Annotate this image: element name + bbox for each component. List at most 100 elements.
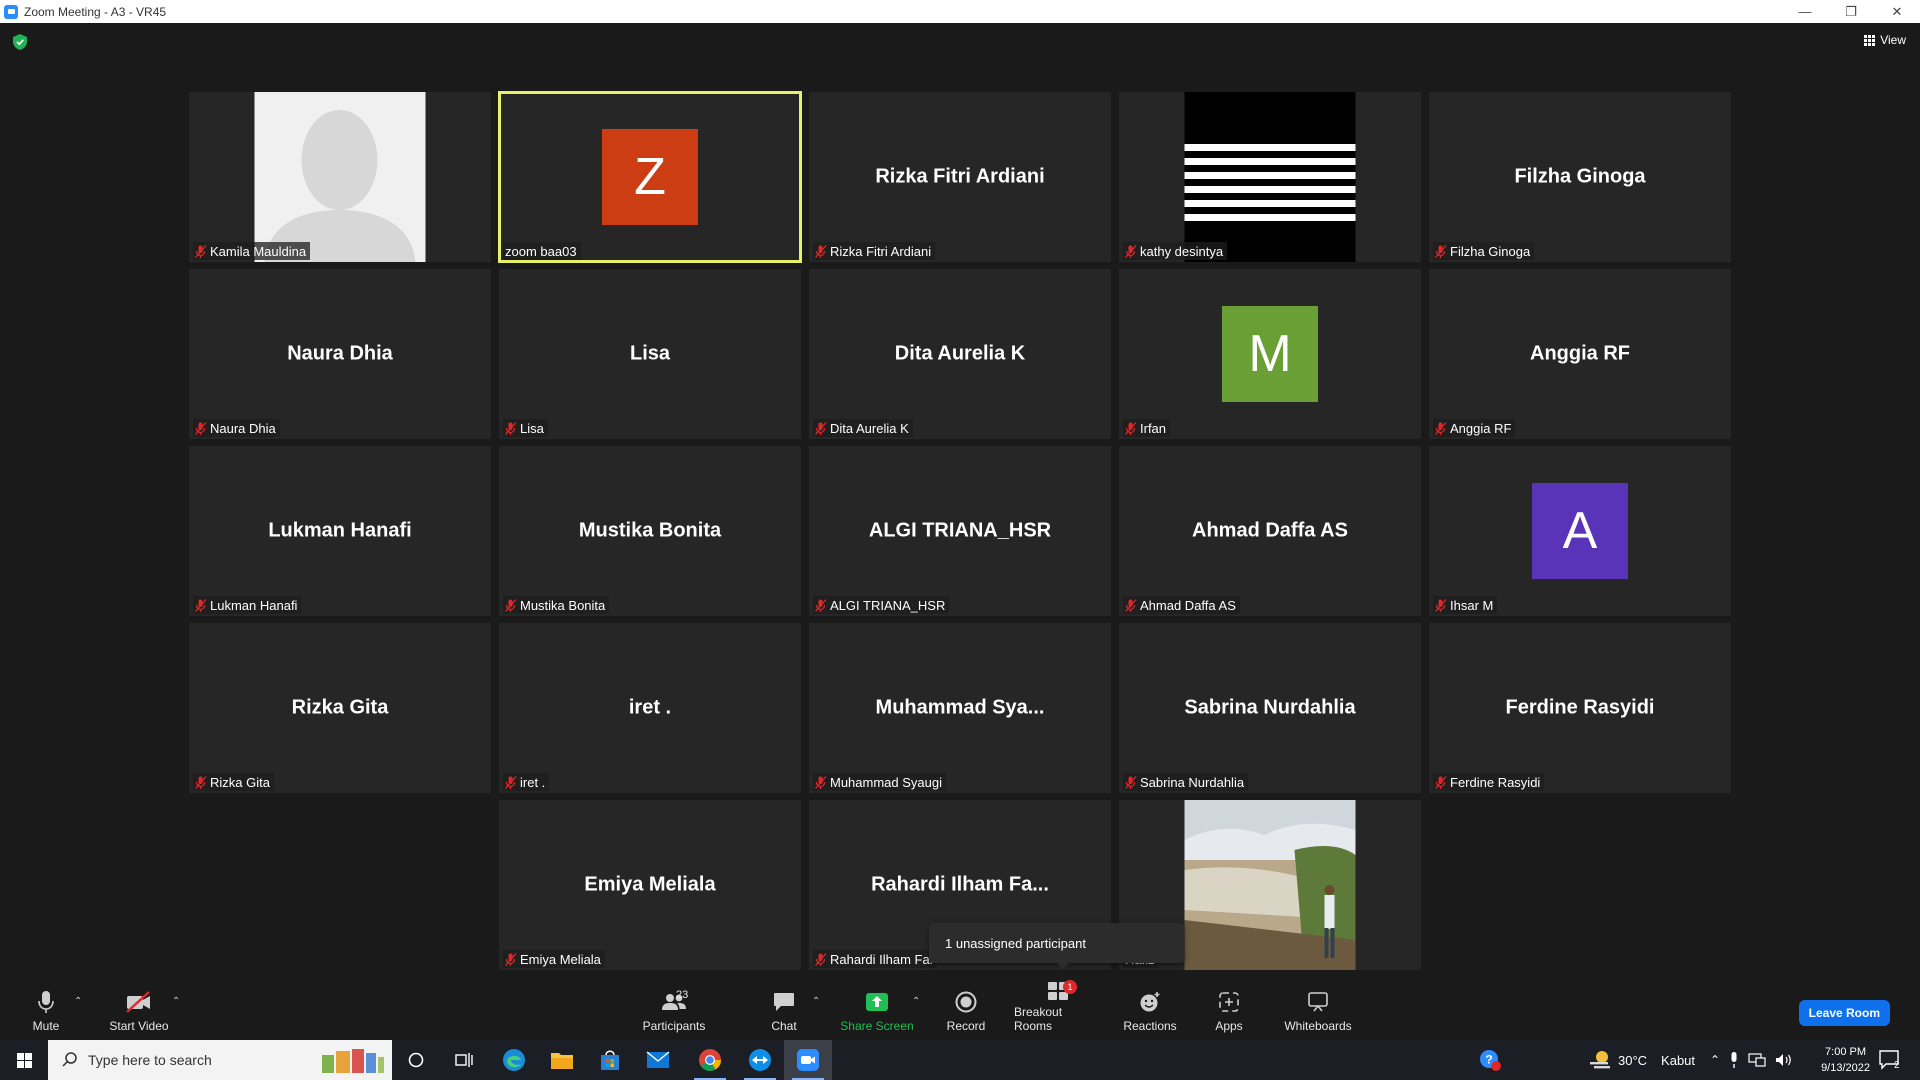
leave-room-button[interactable]: Leave Room bbox=[1798, 1000, 1890, 1026]
participant-tile[interactable]: Dita Aurelia K Dita Aurelia K bbox=[809, 269, 1111, 439]
participant-display-name: Anggia RF bbox=[1530, 342, 1630, 365]
record-button[interactable]: Record bbox=[946, 980, 986, 1040]
participant-tile[interactable]: iret . iret . bbox=[499, 623, 801, 793]
participant-tile[interactable]: Lukman Hanafi Lukman Hanafi bbox=[189, 446, 491, 616]
taskbar-search-box[interactable]: Type here to search bbox=[48, 1040, 392, 1080]
mail-icon bbox=[646, 1051, 670, 1068]
mute-button[interactable]: Mute bbox=[26, 980, 66, 1040]
participant-name-label: Naura Dhia bbox=[193, 419, 280, 437]
whiteboards-label: Whiteboards bbox=[1284, 1019, 1352, 1033]
empty-tile bbox=[189, 800, 491, 970]
mail-app[interactable] bbox=[634, 1040, 682, 1080]
reactions-button[interactable]: Reactions bbox=[1123, 980, 1177, 1040]
participant-display-name: Dita Aurelia K bbox=[894, 342, 1026, 365]
participant-name: Lukman Hanafi bbox=[210, 597, 298, 613]
meeting-toolbar: Mute ⌃ Start Video ⌃ 23 Participants Cha… bbox=[0, 980, 1920, 1040]
zoom-taskbar-app[interactable] bbox=[784, 1040, 832, 1080]
close-icon[interactable]: ✕ bbox=[1874, 0, 1920, 23]
participant-name: Naura Dhia bbox=[210, 420, 276, 436]
muted-microphone-icon bbox=[505, 599, 517, 612]
audio-options-chevron-icon[interactable]: ⌃ bbox=[74, 996, 82, 1007]
participant-display-name: Sabrina Nurdahlia bbox=[1184, 696, 1356, 719]
participant-name: Irfan bbox=[1140, 420, 1167, 436]
teamviewer-app[interactable] bbox=[736, 1040, 784, 1080]
participants-label: Participants bbox=[642, 1019, 706, 1033]
muted-microphone-icon bbox=[815, 599, 827, 612]
grid-view-icon bbox=[1864, 34, 1876, 46]
unassigned-tooltip: 1 unassigned participant bbox=[929, 923, 1184, 969]
share-options-chevron-icon[interactable]: ⌃ bbox=[912, 996, 920, 1007]
participant-tile[interactable]: M Irfan bbox=[1119, 269, 1421, 439]
participant-tile[interactable]: Lisa Lisa bbox=[499, 269, 801, 439]
participant-tile[interactable]: Ahmad Daffa AS Ahmad Daffa AS bbox=[1119, 446, 1421, 616]
weather-text: Kabut bbox=[1661, 1052, 1696, 1068]
participant-display-name: Lukman Hanafi bbox=[268, 519, 412, 542]
muted-microphone-icon bbox=[195, 776, 207, 789]
participant-tile[interactable]: ALGI TRIANA_HSR ALGI TRIANA_HSR bbox=[809, 446, 1111, 616]
tray-overflow-chevron-icon[interactable]: ⌃ bbox=[1710, 1053, 1720, 1067]
file-explorer-app[interactable] bbox=[538, 1040, 586, 1080]
participant-tile[interactable]: Rizka Fitri Ardiani Rizka Fitri Ardiani bbox=[809, 92, 1111, 262]
restore-icon[interactable]: ❐ bbox=[1828, 0, 1874, 23]
encryption-shield-icon[interactable] bbox=[13, 34, 27, 50]
participants-button[interactable]: 23 Participants bbox=[636, 980, 712, 1040]
apps-button[interactable]: Apps bbox=[1212, 980, 1246, 1040]
help-alert-icon: ? bbox=[1480, 1050, 1501, 1071]
avatar: Z bbox=[602, 129, 698, 225]
share-screen-button[interactable]: Share Screen bbox=[840, 980, 914, 1040]
participant-tile[interactable]: Anggia RF Anggia RF bbox=[1429, 269, 1731, 439]
chat-options-chevron-icon[interactable]: ⌃ bbox=[812, 996, 820, 1007]
help-tray[interactable]: ? bbox=[1478, 1040, 1502, 1080]
task-view-button[interactable] bbox=[440, 1040, 488, 1080]
chat-button[interactable]: Chat bbox=[766, 980, 802, 1040]
store-app[interactable] bbox=[586, 1040, 634, 1080]
edge-app[interactable] bbox=[490, 1040, 538, 1080]
participant-name: Kamila Mauldina bbox=[210, 243, 307, 259]
participant-tile[interactable]: Muhammad Sya... Muhammad Syaugi bbox=[809, 623, 1111, 793]
participant-tile[interactable]: Filzha Ginoga Filzha Ginoga bbox=[1429, 92, 1731, 262]
participant-display-name: Filzha Ginoga bbox=[1514, 165, 1646, 188]
participant-tile[interactable]: Kamila Mauldina bbox=[189, 92, 491, 262]
notification-center-button[interactable]: 2 bbox=[1878, 1040, 1900, 1080]
system-tray: ⌃ bbox=[1710, 1040, 1793, 1080]
participant-tile[interactable]: Naura Dhia Naura Dhia bbox=[189, 269, 491, 439]
video-options-chevron-icon[interactable]: ⌃ bbox=[172, 996, 180, 1007]
participant-tile[interactable]: Rizka Gita Rizka Gita bbox=[189, 623, 491, 793]
reactions-label: Reactions bbox=[1123, 1019, 1177, 1033]
participant-tile[interactable]: kathy desintya bbox=[1119, 92, 1421, 262]
participant-tile[interactable]: Sabrina Nurdahlia Sabrina Nurdahlia bbox=[1119, 623, 1421, 793]
network-icon[interactable] bbox=[1748, 1053, 1766, 1067]
participant-display-name: Muhammad Sya... bbox=[875, 696, 1045, 719]
participant-tile[interactable]: Ferdine Rasyidi Ferdine Rasyidi bbox=[1429, 623, 1731, 793]
participant-tile[interactable]: Mustika Bonita Mustika Bonita bbox=[499, 446, 801, 616]
participant-tile[interactable]: A Ihsar M bbox=[1429, 446, 1731, 616]
taskbar-clock[interactable]: 7:00 PM 9/13/2022 bbox=[1821, 1044, 1870, 1076]
tray-microphone-icon[interactable] bbox=[1729, 1052, 1739, 1068]
apps-label: Apps bbox=[1215, 1019, 1243, 1033]
search-highlight-icon bbox=[322, 1049, 384, 1073]
weather-widget[interactable]: 30°C Kabut bbox=[1588, 1040, 1695, 1080]
participant-name-label: Ferdine Rasyidi bbox=[1433, 773, 1545, 791]
view-button[interactable]: View bbox=[1864, 33, 1906, 47]
participant-name-label: Muhammad Syaugi bbox=[813, 773, 946, 791]
breakout-rooms-button[interactable]: 1 Breakout Rooms bbox=[1014, 980, 1102, 1040]
participant-tile[interactable]: Emiya Meliala Emiya Meliala bbox=[499, 800, 801, 970]
share-screen-icon bbox=[866, 993, 888, 1011]
chrome-app[interactable] bbox=[686, 1040, 734, 1080]
participant-name: kathy desintya bbox=[1140, 243, 1224, 259]
volume-icon[interactable] bbox=[1775, 1053, 1793, 1067]
video-feed-image bbox=[1184, 800, 1356, 970]
start-video-label: Start Video bbox=[109, 1019, 169, 1033]
participant-name-label: Sabrina Nurdahlia bbox=[1123, 773, 1249, 791]
cortana-button[interactable] bbox=[392, 1040, 440, 1080]
start-video-button[interactable]: Start Video bbox=[106, 980, 172, 1040]
chat-icon bbox=[774, 993, 794, 1011]
participant-display-name: Ferdine Rasyidi bbox=[1505, 696, 1655, 719]
cortana-circle-icon bbox=[408, 1052, 424, 1068]
start-button[interactable] bbox=[0, 1040, 48, 1080]
participant-tile[interactable]: Zzoom baa03 bbox=[498, 91, 802, 263]
participant-name: Dita Aurelia K bbox=[830, 420, 909, 436]
whiteboards-button[interactable]: Whiteboards bbox=[1282, 980, 1354, 1040]
minimize-icon[interactable]: — bbox=[1782, 0, 1828, 23]
muted-microphone-icon bbox=[815, 953, 827, 966]
